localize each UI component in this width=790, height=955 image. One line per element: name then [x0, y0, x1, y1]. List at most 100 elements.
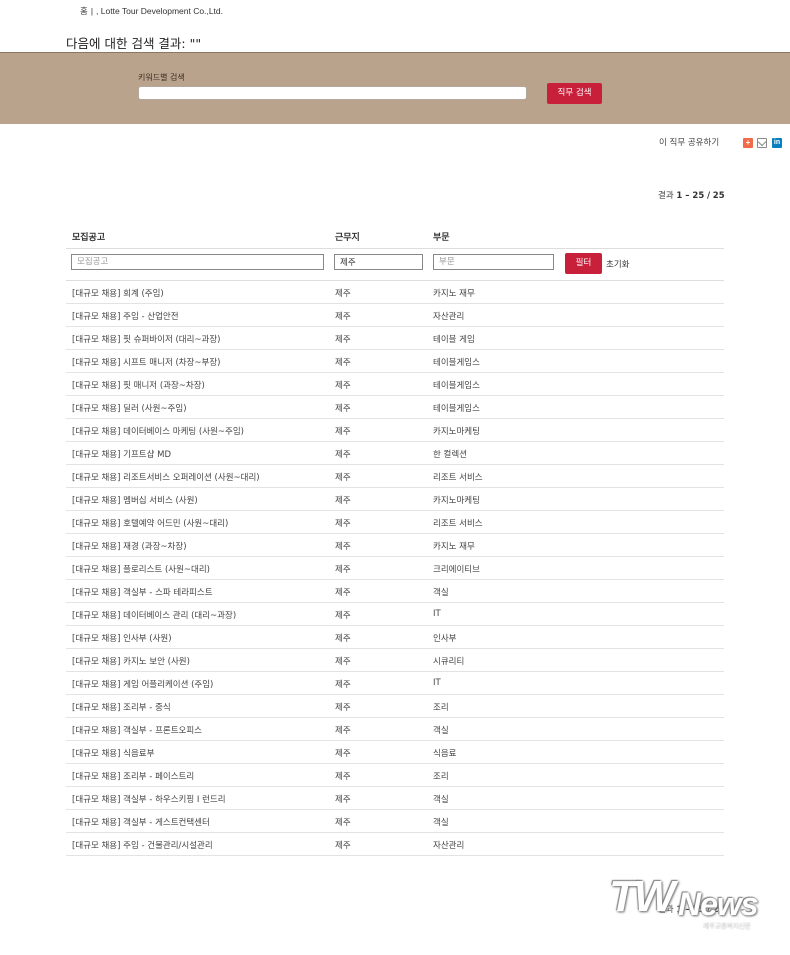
column-header-department[interactable]: 부문: [433, 230, 450, 243]
job-department: 한 컬렉션: [433, 450, 467, 460]
job-title-link[interactable]: [대규모 채용] 재경 (과장~차장): [72, 540, 187, 552]
table-row[interactable]: [대규모 채용] 재경 (과장~차장) 제주 카지노 재무: [66, 534, 724, 557]
job-title-link[interactable]: [대규모 채용] 주임 - 산업안전: [72, 310, 179, 322]
job-title-link[interactable]: [대규모 채용] 식음료부: [72, 747, 154, 759]
table-row[interactable]: [대규모 채용] 조리부 - 중식 제주 조리: [66, 695, 724, 718]
results-prefix: 결과: [658, 191, 674, 201]
job-location: 제주: [335, 772, 351, 782]
job-title-link[interactable]: [대규모 채용] 호텔예약 어드민 (사원~대리): [72, 517, 228, 529]
job-department: 테이블게임스: [433, 358, 480, 368]
watermark-subtitle: 제주교통복지신문: [703, 922, 751, 930]
job-title-link[interactable]: [대규모 채용] 데이터베이스 마케팅 (사원~주임): [72, 425, 244, 437]
table-row[interactable]: [대규모 채용] 리조트서비스 오퍼레이션 (사원~대리) 제주 리조트 서비스: [66, 465, 724, 488]
breadcrumb-home-link[interactable]: 홈: [80, 6, 88, 16]
job-location: 제주: [335, 657, 351, 667]
table-row[interactable]: [대규모 채용] 카지노 보안 (사원) 제주 시큐리티: [66, 649, 724, 672]
job-search-button[interactable]: 직무 검색: [547, 83, 602, 104]
keyword-search-label: 키워드별 검색: [138, 73, 185, 82]
table-header-divider: [66, 248, 724, 249]
results-slash: /: [706, 191, 711, 201]
job-department: 식음료: [433, 749, 457, 759]
job-title-link[interactable]: [대규모 채용] 핏 매니저 (과장~차장): [72, 379, 205, 391]
table-row[interactable]: [대규모 채용] 호텔예약 어드민 (사원~대리) 제주 리조트 서비스: [66, 511, 724, 534]
job-title-link[interactable]: [대규모 채용] 리조트서비스 오퍼레이션 (사원~대리): [72, 471, 260, 483]
watermark-brand-tw: TW: [609, 872, 675, 921]
table-row[interactable]: [대규모 채용] 식음료부 제주 식음료: [66, 741, 724, 764]
share-label: 이 직무 공유하기: [659, 138, 720, 148]
table-row[interactable]: [대규모 채용] 시프트 매니저 (차장~부장) 제주 테이블게임스: [66, 350, 724, 373]
table-row[interactable]: [대규모 채용] 데이터베이스 관리 (대리~과장) 제주 IT: [66, 603, 724, 626]
job-title-link[interactable]: [대규모 채용] 기프트샵 MD: [72, 448, 171, 460]
job-location: 제주: [335, 703, 351, 713]
table-row[interactable]: [대규모 채용] 객실부 - 프론트오피스 제주 객실: [66, 718, 724, 741]
keyword-search-input[interactable]: [138, 86, 527, 100]
table-row[interactable]: [대규모 채용] 게임 어플리케이션 (주임) 제주 IT: [66, 672, 724, 695]
job-location: 제주: [335, 404, 351, 414]
table-row[interactable]: [대규모 채용] 기프트샵 MD 제주 한 컬렉션: [66, 442, 724, 465]
table-row[interactable]: [대규모 채용] 인사부 (사원) 제주 인사부: [66, 626, 724, 649]
job-title-link[interactable]: [대규모 채용] 인사부 (사원): [72, 632, 172, 644]
table-row[interactable]: [대규모 채용] 주임 - 산업안전 제주 자산관리: [66, 304, 724, 327]
linkedin-icon[interactable]: in: [772, 138, 782, 148]
job-location: 제주: [335, 726, 351, 736]
table-row[interactable]: [대규모 채용] 딜러 (사원~주임) 제주 테이블게임스: [66, 396, 724, 419]
table-row[interactable]: [대규모 채용] 핏 매니저 (과장~차장) 제주 테이블게임스: [66, 373, 724, 396]
job-department: 조리: [433, 703, 449, 713]
job-title-link[interactable]: [대규모 채용] 딜러 (사원~주임): [72, 402, 187, 414]
job-department: 카지노마케팅: [433, 496, 480, 506]
job-title-link[interactable]: [대규모 채용] 객실부 - 스파 테라피스트: [72, 586, 213, 598]
job-department: 객실: [433, 588, 449, 598]
reset-link[interactable]: 초기화: [606, 258, 629, 270]
job-department: IT: [433, 678, 441, 688]
results-range: 1 – 25: [676, 191, 705, 201]
table-row[interactable]: [대규모 채용] 핏 슈퍼바이저 (대리~과장) 제주 테이블 게임: [66, 327, 724, 350]
department-filter-input[interactable]: [433, 254, 554, 270]
job-title-link[interactable]: [대규모 채용] 객실부 - 프론트오피스: [72, 724, 202, 736]
table-row[interactable]: [대규모 채용] 객실부 - 게스트컨택센터 제주 객실: [66, 810, 724, 833]
title-filter-input[interactable]: [71, 254, 324, 270]
add-icon[interactable]: +: [743, 138, 753, 148]
job-location: 제주: [335, 542, 351, 552]
job-title-link[interactable]: [대규모 채용] 게임 어플리케이션 (주임): [72, 678, 213, 690]
breadcrumb: 홈 |, Lotte Tour Development Co.,Ltd.: [80, 5, 223, 17]
column-header-location[interactable]: 근무지: [335, 230, 360, 243]
job-location: 제주: [335, 519, 351, 529]
job-title-link[interactable]: [대규모 채용] 카지노 보안 (사원): [72, 655, 190, 667]
job-title-link[interactable]: [대규모 채용] 멤버십 서비스 (사원): [72, 494, 198, 506]
job-title-link[interactable]: [대규모 채용] 조리부 - 페이스트리: [72, 770, 194, 782]
breadcrumb-company-link[interactable]: Lotte Tour Development Co.,Ltd.: [101, 6, 223, 16]
job-title-link[interactable]: [대규모 채용] 플로리스트 (사원~대리): [72, 563, 210, 575]
table-row[interactable]: [대규모 채용] 회계 (주임) 제주 카지노 재무: [66, 281, 724, 304]
job-location: 제주: [335, 450, 351, 460]
job-title-link[interactable]: [대규모 채용] 주임 - 건물관리/시설관리: [72, 839, 213, 851]
location-filter-input[interactable]: [334, 254, 423, 270]
job-title-link[interactable]: [대규모 채용] 객실부 - 하우스키핑 I 런드리: [72, 793, 226, 805]
job-location: 제주: [335, 680, 351, 690]
job-title-link[interactable]: [대규모 채용] 데이터베이스 관리 (대리~과장): [72, 609, 236, 621]
job-title-link[interactable]: [대규모 채용] 조리부 - 중식: [72, 701, 171, 713]
table-row[interactable]: [대규모 채용] 멤버십 서비스 (사원) 제주 카지노마케팅: [66, 488, 724, 511]
job-location: 제주: [335, 841, 351, 851]
table-row[interactable]: [대규모 채용] 주임 - 건물관리/시설관리 제주 자산관리: [66, 833, 724, 856]
job-department: 자산관리: [433, 841, 465, 851]
job-department: 카지노 재무: [433, 542, 475, 552]
mail-icon[interactable]: [757, 138, 767, 148]
table-row[interactable]: [대규모 채용] 객실부 - 스파 테라피스트 제주 객실: [66, 580, 724, 603]
job-location: 제주: [335, 588, 351, 598]
table-row[interactable]: [대규모 채용] 객실부 - 하우스키핑 I 런드리 제주 객실: [66, 787, 724, 810]
column-header-title[interactable]: 모집공고: [72, 230, 105, 243]
job-title-link[interactable]: [대규모 채용] 핏 슈퍼바이저 (대리~과장): [72, 333, 221, 345]
job-location: 제주: [335, 427, 351, 437]
job-title-link[interactable]: [대규모 채용] 시프트 매니저 (차장~부장): [72, 356, 221, 368]
table-row[interactable]: [대규모 채용] 플로리스트 (사원~대리) 제주 크리에이티브: [66, 557, 724, 580]
table-row[interactable]: [대규모 채용] 조리부 - 페이스트리 제주 조리: [66, 764, 724, 787]
filter-button[interactable]: 필터: [565, 253, 602, 274]
job-location: 제주: [335, 818, 351, 828]
table-row[interactable]: [대규모 채용] 데이터베이스 마케팅 (사원~주임) 제주 카지노마케팅: [66, 419, 724, 442]
job-title-link[interactable]: [대규모 채용] 회계 (주임): [72, 287, 164, 299]
job-title-link[interactable]: [대규모 채용] 객실부 - 게스트컨택센터: [72, 816, 210, 828]
job-department: 리조트 서비스: [433, 519, 483, 529]
job-department: 카지노마케팅: [433, 427, 480, 437]
job-location: 제주: [335, 358, 351, 368]
results-count: 결과 1 – 25 / 25: [658, 189, 725, 201]
